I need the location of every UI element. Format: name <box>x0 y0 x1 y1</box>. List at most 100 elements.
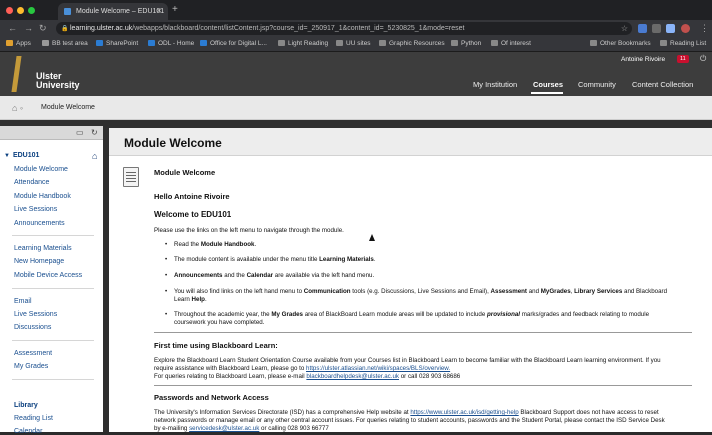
divider <box>12 340 94 341</box>
sidebar-item-learning-materials[interactable]: Learning Materials <box>14 245 72 252</box>
nav-content-collection[interactable]: Content Collection <box>632 80 693 89</box>
item-title[interactable]: Module Welcome <box>154 168 215 177</box>
mouse-cursor-icon <box>369 234 375 241</box>
intro-text: Please use the links on the left menu to… <box>154 227 344 234</box>
bookmark-item[interactable]: Apps <box>6 40 31 47</box>
helpdesk-email-link[interactable]: blackboardhelpdesk@ulster.ac.uk <box>306 373 399 380</box>
bookmark-item[interactable]: Python <box>451 40 481 47</box>
isd-help-link[interactable]: https://www.ulster.ac.uk/isd/getting-hel… <box>410 409 518 416</box>
ulster-university-logo[interactable]: Ulster University <box>11 56 82 94</box>
user-name[interactable]: Antoine Rivoire <box>621 56 665 63</box>
divider <box>154 385 692 386</box>
url-field[interactable]: 🔒 learning.ulster.ac.uk/webapps/blackboa… <box>56 22 632 35</box>
logo-text: Ulster University <box>36 71 80 90</box>
close-window-icon[interactable] <box>6 7 13 14</box>
back-icon[interactable]: ← <box>8 23 17 33</box>
sidebar-item-library[interactable]: Library <box>14 402 38 409</box>
paragraph: The University's Information Services Di… <box>154 409 659 416</box>
bookmark-item[interactable]: BB test area <box>42 40 88 47</box>
sidebar-item-email[interactable]: Email <box>14 298 32 305</box>
sidebar-item-new-homepage[interactable]: New Homepage <box>14 258 64 265</box>
paragraph: network passwords or manage email or any… <box>154 417 665 424</box>
home-icon[interactable]: ⌂ ◦ <box>12 103 23 113</box>
sidebar-item-module-handbook[interactable]: Module Handbook <box>14 193 71 200</box>
forward-icon[interactable]: → <box>24 23 33 33</box>
sidebar-item-assessment[interactable]: Assessment <box>14 350 52 357</box>
logout-icon[interactable]: ⏻ <box>700 54 706 64</box>
document-icon <box>123 167 139 187</box>
maximize-window-icon[interactable] <box>28 7 35 14</box>
extension-icon[interactable] <box>666 24 675 33</box>
nav-community[interactable]: Community <box>578 80 616 89</box>
atlassian-link[interactable]: https://ulster.atlassian.net/wiki/spaces… <box>306 365 450 372</box>
breadcrumb-current: Module Welcome <box>41 104 95 111</box>
sidebar-item-live-sessions[interactable]: Live Sessions <box>14 206 57 213</box>
lock-icon: 🔒 <box>61 26 69 32</box>
window-controls[interactable] <box>6 7 35 14</box>
section-heading: Passwords and Network Access <box>154 393 269 402</box>
bookmark-star-icon[interactable]: ☆ <box>621 24 628 33</box>
list-item: The module content is available under th… <box>165 256 376 263</box>
divider <box>12 288 94 289</box>
bookmark-item[interactable]: Reading List <box>660 40 706 47</box>
profile-avatar-icon[interactable] <box>681 24 690 33</box>
blackboard-favicon-icon <box>64 8 71 15</box>
bookmark-item[interactable]: UU sites <box>336 40 371 47</box>
bookmark-item[interactable]: SharePoint <box>96 40 138 47</box>
paragraph: by e-mailing servicedesk@ulster.ac.uk or… <box>154 425 329 432</box>
sidebar-item-module-welcome[interactable]: Module Welcome <box>14 166 68 173</box>
divider <box>12 235 94 236</box>
browser-tab[interactable]: Module Welcome – EDU101 ✕ <box>58 3 168 20</box>
url-path: /webapps/blackboard/content/listContent.… <box>132 25 465 32</box>
extension-icon[interactable] <box>638 24 647 33</box>
reload-icon[interactable]: ↻ <box>39 23 47 34</box>
refresh-icon[interactable]: ↻ <box>91 128 98 137</box>
new-tab-icon[interactable]: + <box>172 4 178 15</box>
course-menu-toolbar: ▭ ↻ <box>0 126 103 140</box>
bookmark-item[interactable]: Office for Digital L... <box>200 40 267 47</box>
sidebar-item-attendance[interactable]: Attendance <box>14 179 49 186</box>
bookmark-item[interactable]: Other Bookmarks <box>590 40 651 47</box>
sidebar-item-reading-list[interactable]: Reading List <box>14 415 53 422</box>
course-title[interactable]: ▼ EDU101 <box>4 152 39 159</box>
logo-bar <box>11 56 22 92</box>
bookmark-item[interactable]: Light Reading <box>278 40 328 47</box>
bookmark-item[interactable]: Of interest <box>491 40 531 47</box>
tab-title: Module Welcome – EDU101 <box>76 8 165 15</box>
list-item-continued: Learn Help. <box>174 296 207 303</box>
browser-tab-bar: Module Welcome – EDU101 ✕ + <box>0 0 712 20</box>
bookmark-item[interactable]: ODL - Home <box>148 40 194 47</box>
nav-my-institution[interactable]: My Institution <box>473 80 517 89</box>
active-nav-indicator <box>531 92 563 94</box>
section-heading: First time using Blackboard Learn: <box>154 341 278 350</box>
sidebar-item-live-sessions-2[interactable]: Live Sessions <box>14 311 57 318</box>
minimize-window-icon[interactable] <box>17 7 24 14</box>
page-title: Module Welcome <box>124 136 222 150</box>
divider <box>12 379 94 380</box>
list-item: You will also find links on the left han… <box>165 288 667 295</box>
welcome-heading: Welcome to EDU101 <box>154 210 232 219</box>
bookmark-item[interactable]: Graphic Resources <box>379 40 445 47</box>
list-item-continued: coursework you have completed. <box>174 319 265 326</box>
course-menu: ▭ ↻ ▼ EDU101 ⌂ Module Welcome Attendance … <box>0 126 103 435</box>
site-header: Ulster University Antoine Rivoire 11 ⏻ My… <box>0 52 712 96</box>
address-bar-row: ← → ↻ 🔒 learning.ulster.ac.uk/webapps/bl… <box>0 20 712 37</box>
course-home-icon[interactable]: ⌂ <box>92 151 97 161</box>
content-area: Module Welcome Module Welcome Hello Anto… <box>109 128 712 432</box>
browser-menu-icon[interactable]: ⋮ <box>700 23 709 34</box>
nav-courses[interactable]: Courses <box>533 80 563 89</box>
notification-badge[interactable]: 11 <box>677 55 689 63</box>
extension-icon[interactable] <box>652 24 661 33</box>
sidebar-item-discussions[interactable]: Discussions <box>14 324 51 331</box>
divider <box>154 332 692 333</box>
sidebar-item-mobile-device-access[interactable]: Mobile Device Access <box>14 272 82 279</box>
close-tab-icon[interactable]: ✕ <box>156 7 162 15</box>
bookmarks-bar: Apps BB test area SharePoint ODL - Home … <box>0 37 712 52</box>
sidebar-item-announcements[interactable]: Announcements <box>14 220 65 227</box>
folder-view-icon[interactable]: ▭ <box>76 128 84 137</box>
paragraph: For queries relating to Blackboard Learn… <box>154 373 461 380</box>
sidebar-item-my-grades[interactable]: My Grades <box>14 363 48 370</box>
page-title-bar: Module Welcome <box>109 128 712 156</box>
servicedesk-email-link[interactable]: servicedesk@ulster.ac.uk <box>189 425 259 432</box>
url-host: learning.ulster.ac.uk <box>70 25 133 32</box>
